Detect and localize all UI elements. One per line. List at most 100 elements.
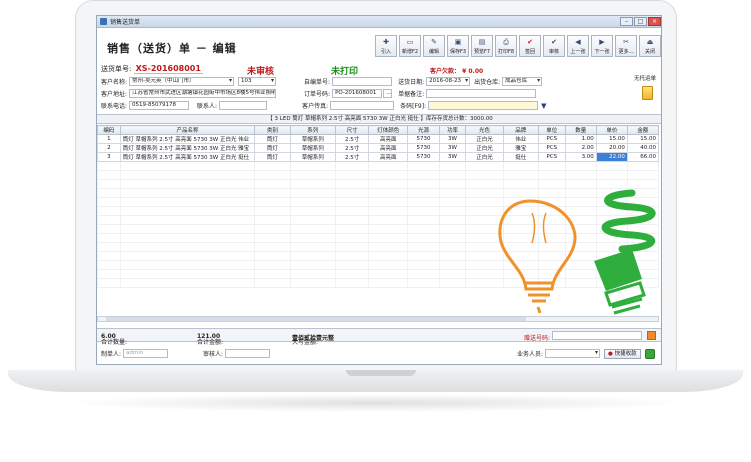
- empty-cell[interactable]: [119, 269, 256, 279]
- empty-cell[interactable]: [626, 224, 660, 234]
- table-cell[interactable]: 3.00: [564, 152, 597, 162]
- close-window-button[interactable]: ×: [648, 16, 661, 26]
- minimize-button[interactable]: –: [620, 16, 633, 26]
- empty-cell[interactable]: [335, 197, 370, 207]
- table-cell[interactable]: 5730: [407, 143, 440, 153]
- empty-row[interactable]: [97, 161, 660, 171]
- customer-code-select[interactable]: 103: [238, 77, 277, 86]
- column-header[interactable]: 数量: [564, 125, 597, 135]
- empty-cell[interactable]: [289, 197, 337, 207]
- column-header[interactable]: 品牌: [502, 125, 539, 135]
- empty-cell[interactable]: [595, 206, 628, 216]
- empty-cell[interactable]: [438, 233, 467, 243]
- empty-cell[interactable]: [97, 242, 121, 252]
- empty-cell[interactable]: [335, 206, 370, 216]
- empty-cell[interactable]: [537, 206, 566, 216]
- empty-cell[interactable]: [407, 260, 440, 270]
- empty-cell[interactable]: [368, 170, 409, 180]
- empty-cell[interactable]: [564, 224, 597, 234]
- empty-cell[interactable]: [564, 179, 597, 189]
- table-cell[interactable]: PCS: [537, 134, 566, 144]
- table-cell[interactable]: 40.00: [626, 143, 660, 153]
- order-input[interactable]: PO-201608001: [332, 89, 383, 98]
- empty-row[interactable]: [97, 233, 660, 243]
- empty-cell[interactable]: [537, 188, 566, 198]
- empty-cell[interactable]: [595, 224, 628, 234]
- empty-cell[interactable]: [595, 278, 628, 288]
- empty-cell[interactable]: [407, 224, 440, 234]
- empty-row[interactable]: [97, 206, 660, 216]
- table-cell[interactable]: 3W: [438, 134, 467, 144]
- empty-cell[interactable]: [438, 206, 467, 216]
- column-header[interactable]: 类别: [254, 125, 291, 135]
- empty-cell[interactable]: [119, 215, 256, 225]
- table-cell[interactable]: 高亮面: [368, 152, 409, 162]
- empty-cell[interactable]: [564, 242, 597, 252]
- empty-cell[interactable]: [97, 233, 121, 243]
- order-lookup-button[interactable]: …: [383, 89, 393, 98]
- empty-cell[interactable]: [289, 260, 337, 270]
- table-row[interactable]: 3 筒灯 草帽系列 2.5寸 高亮面 5730 3W 正白光 挺仕 筒灯 草帽系列 2.…: [97, 152, 660, 162]
- table-cell[interactable]: 2: [97, 143, 121, 153]
- empty-cell[interactable]: [335, 188, 370, 198]
- toolbar-button-8[interactable]: ◀ 上一张: [567, 35, 589, 57]
- empty-cell[interactable]: [626, 260, 660, 270]
- table-cell[interactable]: 草帽系列: [289, 152, 337, 162]
- table-cell[interactable]: 筒灯: [254, 152, 291, 162]
- table-cell[interactable]: 2.5寸: [335, 134, 370, 144]
- coupon-button[interactable]: [647, 331, 656, 340]
- empty-cell[interactable]: [368, 278, 409, 288]
- empty-cell[interactable]: [438, 269, 467, 279]
- empty-row[interactable]: [97, 260, 660, 270]
- table-cell[interactable]: 筒灯 草帽系列 2.5寸 高亮面 5730 3W 正白光 伟业: [119, 134, 256, 144]
- column-header[interactable]: 功率: [438, 125, 467, 135]
- empty-cell[interactable]: [438, 179, 467, 189]
- table-cell[interactable]: 15.00: [595, 134, 628, 144]
- empty-cell[interactable]: [368, 233, 409, 243]
- empty-cell[interactable]: [407, 197, 440, 207]
- column-header[interactable]: 灯体颜色: [368, 125, 409, 135]
- empty-cell[interactable]: [465, 161, 504, 171]
- empty-cell[interactable]: [564, 188, 597, 198]
- empty-cell[interactable]: [97, 161, 121, 171]
- empty-cell[interactable]: [564, 269, 597, 279]
- empty-cell[interactable]: [626, 233, 660, 243]
- empty-cell[interactable]: [502, 224, 539, 234]
- empty-cell[interactable]: [368, 215, 409, 225]
- column-header[interactable]: 编码: [97, 125, 121, 135]
- empty-row[interactable]: [97, 188, 660, 198]
- empty-cell[interactable]: [564, 215, 597, 225]
- table-cell[interactable]: 3W: [438, 152, 467, 162]
- table-cell[interactable]: 2.5寸: [335, 143, 370, 153]
- coupon-input[interactable]: [552, 331, 642, 340]
- empty-cell[interactable]: [368, 251, 409, 261]
- warehouse-select[interactable]: 成品仓库: [502, 77, 543, 86]
- empty-cell[interactable]: [289, 188, 337, 198]
- table-cell[interactable]: 2.5寸: [335, 152, 370, 162]
- empty-row[interactable]: [97, 278, 660, 288]
- table-cell[interactable]: 3W: [438, 143, 467, 153]
- toolbar-button-6[interactable]: ✔ 签回: [519, 35, 541, 57]
- empty-cell[interactable]: [438, 161, 467, 171]
- empty-cell[interactable]: [407, 188, 440, 198]
- empty-cell[interactable]: [537, 251, 566, 261]
- toolbar-button-11[interactable]: ⏏ 关闭: [639, 35, 661, 57]
- empty-cell[interactable]: [97, 188, 121, 198]
- empty-cell[interactable]: [465, 215, 504, 225]
- empty-row[interactable]: [97, 170, 660, 180]
- empty-cell[interactable]: [119, 233, 256, 243]
- empty-cell[interactable]: [97, 170, 121, 180]
- empty-cell[interactable]: [626, 215, 660, 225]
- toolbar-button-7[interactable]: ✔ 审核: [543, 35, 565, 57]
- maximize-button[interactable]: □: [634, 16, 647, 26]
- empty-cell[interactable]: [465, 224, 504, 234]
- empty-cell[interactable]: [368, 269, 409, 279]
- empty-cell[interactable]: [407, 251, 440, 261]
- empty-cell[interactable]: [368, 179, 409, 189]
- empty-cell[interactable]: [97, 278, 121, 288]
- empty-cell[interactable]: [97, 197, 121, 207]
- empty-cell[interactable]: [289, 251, 337, 261]
- empty-row[interactable]: [97, 179, 660, 189]
- empty-cell[interactable]: [97, 224, 121, 234]
- empty-cell[interactable]: [595, 179, 628, 189]
